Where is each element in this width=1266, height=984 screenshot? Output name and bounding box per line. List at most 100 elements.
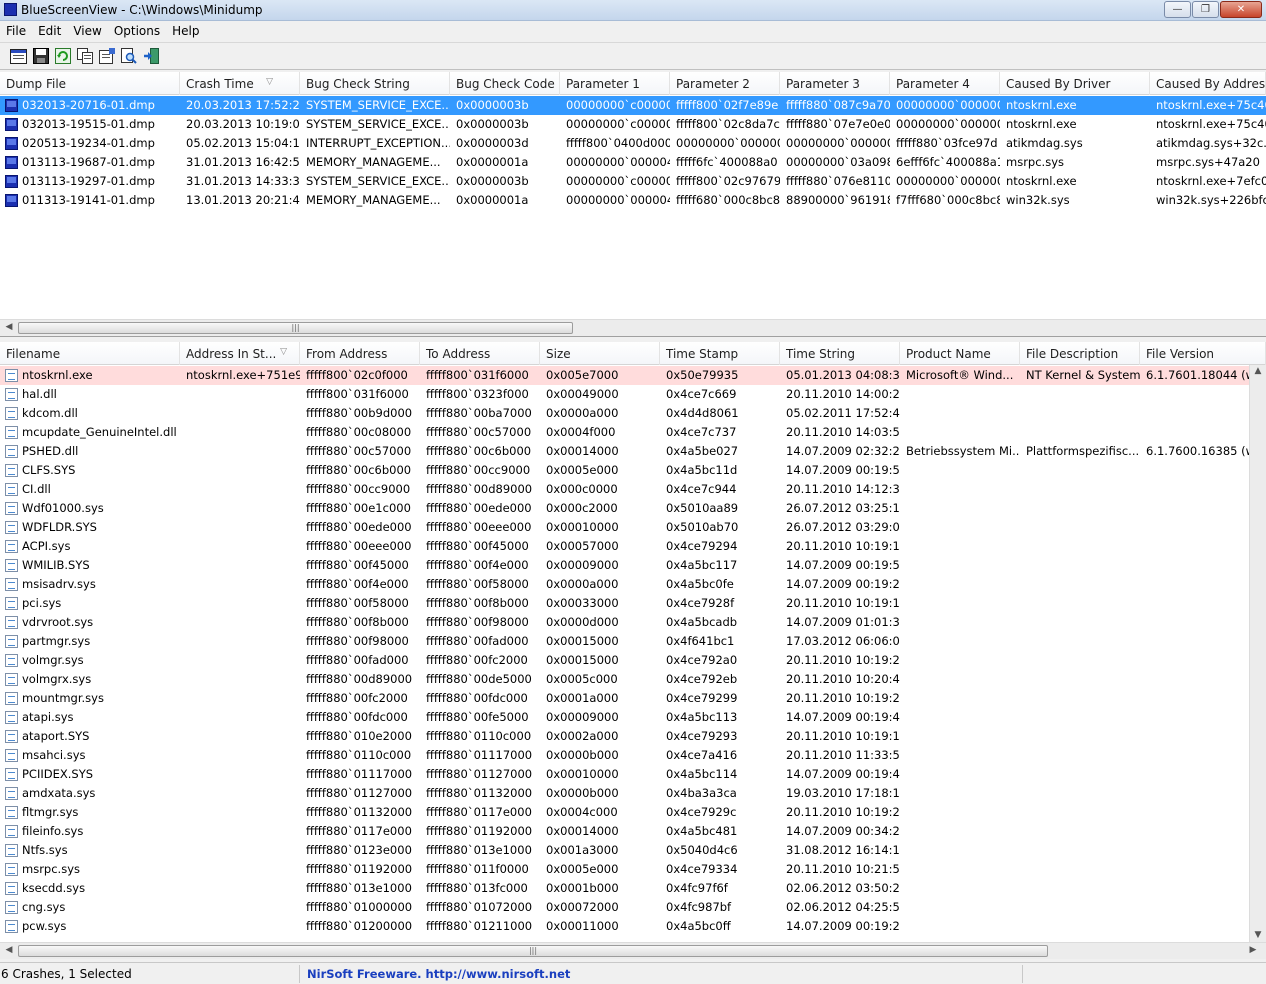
- dump-row[interactable]: 011313-19141-01.dmp 13.01.2013 20:21:45 ME…: [0, 191, 1266, 210]
- open-icon[interactable]: [9, 47, 28, 66]
- cell-file-description: [1020, 670, 1140, 689]
- menu-file[interactable]: File: [0, 24, 32, 38]
- scroll-up-icon[interactable]: ▲: [1250, 366, 1266, 376]
- cell-size: 0x0000b000: [546, 748, 619, 762]
- dump-row[interactable]: 013113-19687-01.dmp 31.01.2013 16:42:54 ME…: [0, 153, 1266, 172]
- cell-file-version: 6.1.7601.18044 (wi...: [1146, 368, 1249, 382]
- cell-product-name: [900, 518, 1020, 537]
- module-row[interactable]: vdrvroot.sys fffff880`00f8b000 fffff880`00…: [0, 613, 1266, 632]
- scroll-left-icon[interactable]: ◀: [1, 945, 17, 955]
- module-row[interactable]: ntoskrnl.exe ntoskrnl.exe+751e9 fffff800`0…: [0, 366, 1266, 385]
- module-row[interactable]: amdxata.sys fffff880`01127000 fffff880`011…: [0, 784, 1266, 803]
- module-row[interactable]: volmgr.sys fffff880`00fad000 fffff880`00fc…: [0, 651, 1266, 670]
- menu-options[interactable]: Options: [108, 24, 166, 38]
- dump-row[interactable]: 020513-19234-01.dmp 05.02.2013 15:04:16 IN…: [0, 134, 1266, 153]
- cell-bug-check-string: MEMORY_MANAGEME...: [306, 193, 441, 207]
- col-dump-file[interactable]: Dump File: [0, 72, 180, 95]
- cell-file-version: [1140, 385, 1249, 404]
- exit-icon[interactable]: [141, 47, 160, 66]
- col-parameter-2[interactable]: Parameter 2: [670, 72, 780, 95]
- module-row[interactable]: Ntfs.sys fffff880`0123e000 fffff880`013e10…: [0, 841, 1266, 860]
- cell-file-version: [1140, 670, 1249, 689]
- col-parameter-1[interactable]: Parameter 1: [560, 72, 670, 95]
- module-row[interactable]: pcw.sys fffff880`01200000 fffff880`0121100…: [0, 917, 1266, 936]
- module-row[interactable]: fileinfo.sys fffff880`0117e000 fffff880`01…: [0, 822, 1266, 841]
- properties-icon[interactable]: [97, 47, 116, 66]
- col-filename[interactable]: Filename: [0, 342, 180, 365]
- menu-edit[interactable]: Edit: [32, 24, 67, 38]
- module-row[interactable]: PSHED.dll fffff880`00c57000 fffff880`00c6b…: [0, 442, 1266, 461]
- col-file-description[interactable]: File Description: [1020, 342, 1140, 365]
- scroll-right-icon[interactable]: ▶: [1245, 945, 1261, 955]
- module-row[interactable]: volmgrx.sys fffff880`00d89000 fffff880`00d…: [0, 670, 1266, 689]
- col-crash-time[interactable]: Crash Time ▽: [180, 72, 300, 95]
- minimize-button[interactable]: —: [1164, 1, 1191, 18]
- module-row[interactable]: WDFLDR.SYS fffff880`00ede000 fffff880`00ee…: [0, 518, 1266, 537]
- module-row[interactable]: Wdf01000.sys fffff880`00e1c000 fffff880`00…: [0, 499, 1266, 518]
- module-row[interactable]: mountmgr.sys fffff880`00fc2000 fffff880`00…: [0, 689, 1266, 708]
- module-row[interactable]: hal.dll fffff800`031f6000 fffff800`0323f00…: [0, 385, 1266, 404]
- cell-file-version: [1140, 537, 1249, 556]
- module-row[interactable]: ksecdd.sys fffff880`013e1000 fffff880`013f…: [0, 879, 1266, 898]
- module-row[interactable]: msrpc.sys fffff880`01192000 fffff880`011f0…: [0, 860, 1266, 879]
- cell-file-version: [1140, 727, 1249, 746]
- menu-view[interactable]: View: [67, 24, 107, 38]
- col-caused-by-driver[interactable]: Caused By Driver: [1000, 72, 1150, 95]
- module-row[interactable]: mcupdate_GenuineIntel.dll fffff880`00c080…: [0, 423, 1266, 442]
- scroll-thumb[interactable]: |||: [18, 322, 573, 334]
- col-parameter-4[interactable]: Parameter 4: [890, 72, 1000, 95]
- module-row[interactable]: fltmgr.sys fffff880`01132000 fffff880`0117…: [0, 803, 1266, 822]
- scroll-down-icon[interactable]: ▼: [1250, 930, 1266, 940]
- col-to-address[interactable]: To Address: [420, 342, 540, 365]
- maximize-button[interactable]: ❐: [1192, 1, 1219, 18]
- col-size[interactable]: Size: [540, 342, 660, 365]
- module-row[interactable]: PCIIDEX.SYS fffff880`01117000 fffff880`011…: [0, 765, 1266, 784]
- module-list-hscrollbar[interactable]: ◀ ||| ▶: [0, 942, 1266, 959]
- col-time-stamp[interactable]: Time Stamp: [660, 342, 780, 365]
- dump-list-hscrollbar[interactable]: ◀ |||: [0, 319, 1266, 336]
- cell-time-stamp: 0x4ce79334: [666, 862, 738, 876]
- close-button[interactable]: ✕: [1220, 1, 1262, 18]
- cell-file-version: [1140, 594, 1249, 613]
- col-bug-check-code[interactable]: Bug Check Code: [450, 72, 560, 95]
- module-list-vscrollbar[interactable]: ▲ ▼: [1249, 365, 1266, 942]
- refresh-icon[interactable]: [53, 47, 72, 66]
- module-row[interactable]: msisadrv.sys fffff880`00f4e000 fffff880`00…: [0, 575, 1266, 594]
- module-row[interactable]: WMILIB.SYS fffff880`00f45000 fffff880`00f4…: [0, 556, 1266, 575]
- copy-icon[interactable]: [75, 47, 94, 66]
- find-icon[interactable]: [119, 47, 138, 66]
- dump-row[interactable]: 032013-19515-01.dmp 20.03.2013 10:19:07 SY…: [0, 115, 1266, 134]
- col-from-address[interactable]: From Address: [300, 342, 420, 365]
- cell-crash-time: 13.01.2013 20:21:45: [186, 193, 300, 207]
- col-time-string[interactable]: Time String: [780, 342, 900, 365]
- cell-address-in-stack: [180, 689, 300, 708]
- module-row[interactable]: CLFS.SYS fffff880`00c6b000 fffff880`00cc90…: [0, 461, 1266, 480]
- cell-from-address: fffff880`00eee000: [306, 539, 412, 553]
- module-row[interactable]: kdcom.dll fffff880`00b9d000 fffff880`00ba7…: [0, 404, 1266, 423]
- cell-caused-by-driver: ntoskrnl.exe: [1006, 174, 1077, 188]
- col-bug-check-string[interactable]: Bug Check String: [300, 72, 450, 95]
- module-row[interactable]: partmgr.sys fffff880`00f98000 fffff880`00f…: [0, 632, 1266, 651]
- scroll-left-icon[interactable]: ◀: [1, 322, 17, 332]
- module-row[interactable]: CI.dll fffff880`00cc9000 fffff880`00d89000…: [0, 480, 1266, 499]
- col-caused-by-address[interactable]: Caused By Address: [1150, 72, 1266, 95]
- nirsoft-link[interactable]: NirSoft Freeware. http://www.nirsoft.net: [306, 965, 1023, 983]
- col-file-version[interactable]: File Version: [1140, 342, 1266, 365]
- module-row[interactable]: msahci.sys fffff880`0110c000 fffff880`0111…: [0, 746, 1266, 765]
- module-row[interactable]: ACPI.sys fffff880`00eee000 fffff880`00f450…: [0, 537, 1266, 556]
- cell-caused-by-driver: ntoskrnl.exe: [1006, 117, 1077, 131]
- module-row[interactable]: ataport.SYS fffff880`010e2000 fffff880`011…: [0, 727, 1266, 746]
- col-product-name[interactable]: Product Name: [900, 342, 1020, 365]
- dump-row[interactable]: 013113-19297-01.dmp 31.01.2013 14:33:32 SY…: [0, 172, 1266, 191]
- module-row[interactable]: pci.sys fffff880`00f58000 fffff880`00f8b00…: [0, 594, 1266, 613]
- cell-time-stamp: 0x4ce7c944: [666, 482, 737, 496]
- module-row[interactable]: atapi.sys fffff880`00fdc000 fffff880`00fe5…: [0, 708, 1266, 727]
- save-icon[interactable]: [31, 47, 50, 66]
- dump-row[interactable]: 032013-20716-01.dmp 20.03.2013 17:52:28 SY…: [0, 96, 1266, 115]
- col-address-in-stack[interactable]: Address In St... ▽: [180, 342, 300, 365]
- module-row[interactable]: cng.sys fffff880`01000000 fffff880`0107200…: [0, 898, 1266, 917]
- menu-help[interactable]: Help: [166, 24, 205, 38]
- cell-size: 0x0005e000: [546, 862, 619, 876]
- scroll-thumb[interactable]: |||: [18, 945, 1048, 957]
- col-parameter-3[interactable]: Parameter 3: [780, 72, 890, 95]
